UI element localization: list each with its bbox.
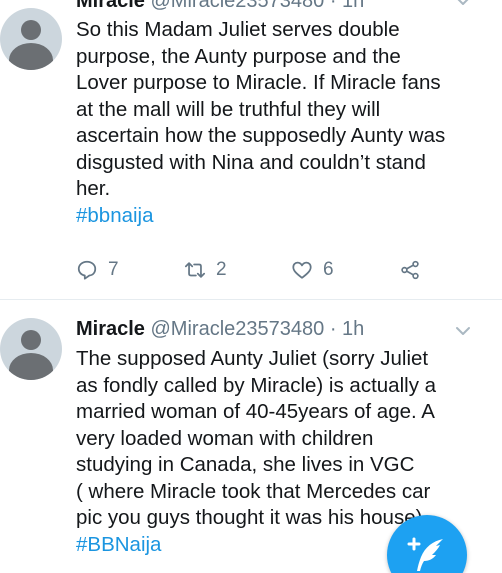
- hashtag-link[interactable]: #bbnaija: [76, 203, 486, 230]
- chevron-down-icon[interactable]: [454, 322, 472, 340]
- tweet-text-line: disgusted with Nina and couldn’t stand: [76, 150, 426, 174]
- reply-button[interactable]: 7: [76, 258, 119, 282]
- heart-icon: [292, 261, 312, 279]
- tweet-text-line: at the mall will be truthful they will: [76, 97, 381, 121]
- tweet-timestamp[interactable]: 1h: [342, 318, 364, 340]
- tweet-text-line: her.: [76, 177, 111, 200]
- author-handle[interactable]: @Miracle23573480: [151, 318, 325, 340]
- tweet-timestamp[interactable]: 1h: [342, 0, 364, 12]
- chevron-down-icon[interactable]: [454, 0, 472, 10]
- tweet-text-line: purpose, the Aunty purpose and the: [76, 44, 401, 68]
- tweet-text-line: Lover purpose to Miracle. If Miracle fan…: [76, 71, 441, 94]
- header-separator: ·: [329, 318, 337, 340]
- retweet-count: 2: [216, 259, 227, 280]
- retweet-button[interactable]: 2: [184, 258, 227, 282]
- tweet-header: Miracle @Miracle23573480 · 1h: [76, 316, 364, 342]
- avatar[interactable]: [0, 318, 62, 380]
- retweet-icon: [184, 262, 206, 278]
- avatar[interactable]: [0, 8, 62, 70]
- author-handle[interactable]: @Miracle23573480: [151, 0, 325, 12]
- tweet-text: So this Madam Juliet serves double purpo…: [76, 17, 486, 229]
- tweet-text-line: ( where Miracle took that Mercedes car: [76, 479, 431, 503]
- like-button[interactable]: 6: [291, 258, 334, 282]
- share-icon: [401, 260, 419, 280]
- share-button[interactable]: [399, 258, 421, 282]
- tweet-actions: 7 2 6: [76, 258, 456, 282]
- tweet-text-line: The supposed Aunty Juliet (sorry Juliet: [76, 347, 429, 370]
- tweet-text-line: So this Madam Juliet serves double: [76, 18, 400, 41]
- header-separator: ·: [329, 0, 337, 12]
- author-name[interactable]: Miracle: [76, 0, 145, 12]
- reply-count: 7: [108, 259, 119, 280]
- tweet-text-line: ascertain how the supposedly Aunty was: [76, 124, 446, 147]
- reply-icon: [77, 260, 97, 280]
- tweet-text-line: studying in Canada, she lives in VGC: [76, 453, 415, 476]
- tweet-header: Miracle @Miracle23573480 · 1h: [76, 0, 364, 14]
- tweet-divider: [0, 299, 502, 300]
- tweet-text-line: married woman of 40-45years of age. A: [76, 400, 435, 423]
- tweet-text-line: as fondly called by Miracle) is actually…: [76, 373, 437, 397]
- author-name[interactable]: Miracle: [76, 318, 145, 340]
- tweet-text-line: very loaded woman with children: [76, 426, 374, 450]
- compose-tweet-icon: [407, 537, 443, 571]
- like-count: 6: [323, 259, 334, 280]
